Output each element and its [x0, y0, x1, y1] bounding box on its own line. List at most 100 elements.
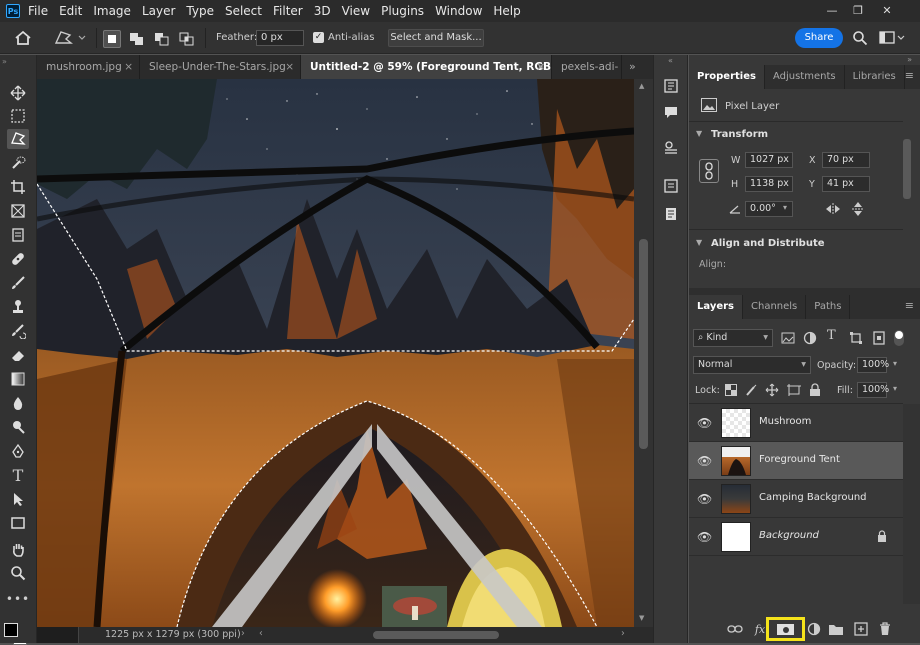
dodge-tool-icon[interactable] [7, 417, 29, 437]
libraries-panel-icon[interactable] [662, 177, 680, 195]
zoom-tool-icon[interactable] [7, 563, 29, 583]
filter-pixel-icon[interactable] [781, 331, 795, 345]
collapse-panel-icon[interactable]: » [2, 57, 7, 66]
delete-layer-icon[interactable] [877, 621, 893, 637]
scroll-up-icon[interactable]: ▲ [639, 82, 644, 90]
layer-name[interactable]: Background [759, 530, 819, 541]
tab-adjustments[interactable]: Adjustments [765, 65, 845, 89]
filter-toggle[interactable] [894, 330, 904, 346]
close-tab-icon[interactable]: × [536, 55, 545, 79]
align-section-title[interactable]: Align and Distribute [711, 238, 825, 249]
filter-type-icon[interactable]: T [827, 328, 836, 343]
document-canvas[interactable] [37, 79, 634, 627]
tab-layers[interactable]: Layers [689, 295, 743, 319]
healing-brush-tool-icon[interactable] [7, 249, 29, 269]
scroll-thumb[interactable] [639, 239, 648, 449]
chevron-down-icon[interactable]: ▼ [696, 129, 702, 138]
hand-tool-icon[interactable] [7, 539, 29, 559]
tab-sleep-under-the-stars[interactable]: Sleep-Under-The-Stars.jpg × [140, 55, 301, 79]
menu-edit[interactable]: Edit [59, 4, 82, 18]
panel-menu-icon[interactable]: ≡ [905, 65, 914, 87]
width-input[interactable]: 1027 px [745, 152, 793, 168]
properties-scroll-thumb[interactable] [903, 139, 911, 199]
filter-smart-object-icon[interactable] [872, 331, 886, 345]
path-selection-tool-icon[interactable] [7, 489, 29, 509]
history-panel-icon[interactable] [662, 77, 680, 95]
lock-position-icon[interactable] [765, 383, 779, 397]
lock-artboard-icon[interactable] [787, 384, 801, 396]
paragraph-panel-icon[interactable] [662, 205, 680, 223]
collapse-strip-icon[interactable]: « [668, 56, 673, 65]
polygonal-lasso-preset-icon[interactable] [53, 29, 89, 47]
history-brush-tool-icon[interactable] [7, 321, 29, 341]
marquee-tool-icon[interactable] [7, 106, 29, 126]
status-menu-icon[interactable]: › [241, 628, 245, 639]
menu-plugins[interactable]: Plugins [381, 4, 424, 18]
type-tool-icon[interactable]: T [7, 465, 29, 485]
angle-dropdown-icon[interactable]: ▾ [783, 203, 787, 212]
transform-section-title[interactable]: Transform [711, 129, 768, 140]
minimize-icon[interactable]: — [822, 2, 842, 19]
menu-help[interactable]: Help [493, 4, 520, 18]
y-input[interactable]: 41 px [822, 176, 870, 192]
workspace-switcher-icon[interactable] [879, 31, 905, 45]
select-and-mask-button[interactable]: Select and Mask... [388, 29, 484, 47]
crop-tool-icon[interactable] [7, 177, 29, 197]
flip-horizontal-icon[interactable] [825, 202, 841, 216]
flip-vertical-icon[interactable] [851, 201, 865, 217]
opacity-input[interactable]: 100% [857, 357, 889, 373]
collapse-dock-icon[interactable]: » [689, 55, 920, 65]
more-tools-icon[interactable]: ••• [6, 589, 29, 609]
gradient-tool-icon[interactable] [7, 369, 29, 389]
visibility-eye-icon[interactable]: 👁 [697, 492, 712, 506]
tab-mushroom[interactable]: mushroom.jpg × [37, 55, 140, 79]
foreground-color-swatch[interactable] [4, 623, 18, 637]
tab-properties[interactable]: Properties [689, 65, 765, 89]
tab-paths[interactable]: Paths [806, 295, 851, 319]
filter-shape-icon[interactable] [849, 331, 863, 345]
feather-input[interactable]: 0 px [256, 30, 304, 46]
close-tab-icon[interactable]: × [285, 55, 294, 79]
new-selection-icon[interactable] [103, 30, 121, 48]
chevron-down-icon[interactable]: ▼ [696, 238, 702, 247]
blur-tool-icon[interactable] [7, 393, 29, 413]
menu-image[interactable]: Image [93, 4, 131, 18]
actions-panel-icon[interactable] [662, 139, 680, 157]
tab-libraries[interactable]: Libraries [845, 65, 905, 89]
layer-row-background[interactable]: 👁 Background [689, 518, 903, 556]
canvas-vertical-scrollbar[interactable]: ▲ ▼ [634, 79, 653, 627]
filter-adjustment-icon[interactable] [803, 331, 817, 345]
close-window-icon[interactable]: ✕ [877, 2, 897, 19]
link-layers-icon[interactable] [727, 621, 743, 637]
menu-3d[interactable]: 3D [314, 4, 331, 18]
menu-file[interactable]: File [28, 4, 48, 18]
maximize-icon[interactable]: ❐ [848, 2, 868, 19]
eyedropper-tool-icon[interactable] [7, 225, 29, 245]
search-icon[interactable] [852, 30, 868, 46]
close-tab-icon[interactable]: × [124, 55, 133, 79]
layer-name[interactable]: Mushroom [759, 416, 811, 427]
fill-input[interactable]: 100% [857, 382, 889, 398]
visibility-eye-icon[interactable]: 👁 [697, 454, 712, 468]
menu-filter[interactable]: Filter [273, 4, 303, 18]
lock-all-icon[interactable] [809, 383, 821, 397]
tab-overflow-icon[interactable]: » [629, 60, 636, 73]
scroll-right-icon[interactable]: › [621, 628, 625, 639]
tab-untitled-2[interactable]: Untitled-2 @ 59% (Foreground Tent, RGB/8… [301, 55, 552, 79]
share-button[interactable]: Share [795, 28, 843, 48]
menu-layer[interactable]: Layer [142, 4, 175, 18]
fill-dropdown-icon[interactable]: ▾ [893, 384, 897, 393]
eraser-tool-icon[interactable] [7, 345, 29, 365]
pen-tool-icon[interactable] [7, 441, 29, 461]
layer-row-camping-background[interactable]: 👁 Camping Background [689, 480, 903, 518]
scroll-down-icon[interactable]: ▼ [639, 614, 644, 622]
layer-row-foreground-tent[interactable]: 👁 Foreground Tent [689, 442, 903, 480]
horizontal-scroll-thumb[interactable] [373, 631, 499, 639]
layer-name[interactable]: Foreground Tent [759, 454, 840, 465]
intersect-selection-icon[interactable] [178, 30, 196, 48]
menu-window[interactable]: Window [435, 4, 482, 18]
zoom-level-field[interactable] [37, 627, 79, 643]
new-group-icon[interactable] [828, 621, 844, 637]
menu-select[interactable]: Select [225, 4, 262, 18]
x-input[interactable]: 70 px [822, 152, 870, 168]
